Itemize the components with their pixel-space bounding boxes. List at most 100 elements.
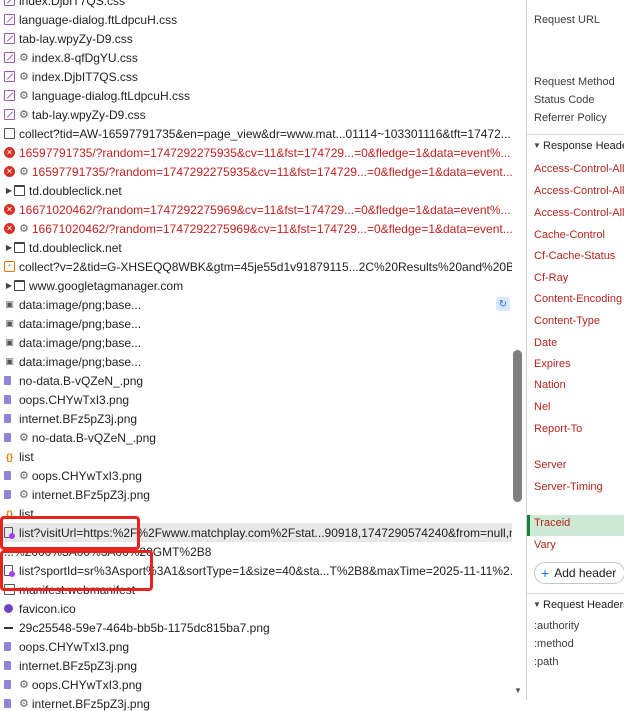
script-icon: ▪: [4, 261, 15, 272]
request-url-label: Request URL: [534, 14, 601, 26]
dash-icon: [4, 626, 13, 629]
expand-triangle-icon[interactable]: ▶: [4, 281, 14, 290]
request-name: www.googletagmanager.com: [29, 278, 184, 293]
request-row[interactable]: ⚙ no-data.B-vQZeN_.png: [0, 428, 512, 447]
request-name: no-data.B-vQZeN_.png: [31, 430, 156, 445]
request-row[interactable]: language-dialog.ftLdpcuH.css: [0, 10, 512, 29]
expand-triangle-icon[interactable]: ▶: [4, 243, 14, 252]
request-row[interactable]: ▣ data:image/png;base...: [0, 352, 512, 371]
request-headers-title: Request Headers: [543, 598, 624, 611]
request-header-method: :method: [534, 638, 574, 650]
request-name: tab-lay.wpyZy-D9.css: [19, 31, 133, 46]
request-name: language-dialog.ftLdpcuH.css: [19, 12, 178, 27]
request-name: oops.CHYwTxI3.png: [31, 677, 142, 692]
request-name: 16597791735/?random=1747292275935&cv=11&…: [31, 164, 512, 179]
request-row[interactable]: ⚙ index.DjbIT7QS.css: [0, 67, 512, 86]
expand-triangle-icon[interactable]: ▶: [4, 186, 14, 195]
add-header-label: Add header: [554, 566, 617, 580]
request-row[interactable]: ▪ collect?v=2&tid=G-XHSEQQ8WBK&gtm=45je55…: [0, 257, 512, 276]
error-icon: ✕: [4, 223, 15, 234]
scroll-down-arrow-icon[interactable]: ▼: [514, 686, 522, 695]
reveal-icon[interactable]: ↻: [496, 297, 510, 311]
stylesheet-icon: [4, 52, 15, 63]
request-name: 16671020462/?random=1747292275969&cv=11&…: [31, 221, 512, 236]
error-icon: ✕: [4, 166, 15, 177]
response-header-nel: Nel: [534, 401, 551, 413]
request-row[interactable]: collect?tid=AW-16597791735&en=page_view&…: [0, 124, 512, 143]
request-row[interactable]: ⚙ language-dialog.ftLdpcuH.css: [0, 86, 512, 105]
image-icon: [4, 642, 11, 651]
image-icon: ▣: [5, 318, 14, 328]
request-row[interactable]: ▶ td.doubleclick.net: [0, 181, 512, 200]
request-row[interactable]: ▣ data:image/png;base...: [0, 314, 512, 333]
image-icon: [4, 490, 11, 499]
request-name: collect?v=2&tid=G-XHSEQQ8WBK&gtm=45je55d…: [19, 259, 512, 274]
service-worker-gear-icon: ⚙: [19, 223, 29, 235]
request-row[interactable]: {} list: [0, 447, 512, 466]
stylesheet-icon: [4, 109, 15, 120]
response-header-vary: Vary: [534, 539, 556, 551]
annotation-box-bottom: [0, 550, 153, 591]
request-name: collect?tid=AW-16597791735&en=page_view&…: [19, 126, 511, 141]
request-row[interactable]: tab-lay.wpyZy-D9.css: [0, 29, 512, 48]
response-header-access-control-allow-methods: Access-Control-Allow-Methods: [534, 207, 624, 219]
request-list-scrollbar[interactable]: [513, 350, 522, 502]
request-row[interactable]: ⚙ tab-lay.wpyZy-D9.css: [0, 105, 512, 124]
request-row[interactable]: ▣ data:image/png;base... ↻: [0, 295, 512, 314]
frame-icon: [14, 280, 25, 291]
favicon-icon: [4, 604, 13, 613]
image-icon: [4, 414, 11, 423]
service-worker-gear-icon: ⚙: [19, 52, 29, 64]
request-name: data:image/png;base...: [19, 316, 142, 331]
response-header-nation: Nation: [534, 379, 566, 391]
stylesheet-icon: [4, 33, 15, 44]
request-name: no-data.B-vQZeN_.png: [19, 373, 144, 388]
request-name: internet.BFz5pZ3j.png: [19, 658, 138, 673]
frame-icon: [14, 185, 25, 196]
request-row[interactable]: ✕ ⚙ 16597791735/?random=1747292275935&cv=1…: [0, 162, 512, 181]
request-row[interactable]: ⚙ index.8-qfDgYU.css: [0, 48, 512, 67]
request-row[interactable]: ⚙ oops.CHYwTxI3.png: [0, 675, 512, 694]
fetch-icon: {}: [5, 451, 13, 462]
request-row[interactable]: internet.BFz5pZ3j.png: [0, 656, 512, 675]
image-icon: [4, 661, 11, 670]
request-row[interactable]: oops.CHYwTxI3.png: [0, 637, 512, 656]
request-row[interactable]: ▶ td.doubleclick.net: [0, 238, 512, 257]
collapse-triangle-icon: ▼: [533, 141, 541, 150]
service-worker-gear-icon: ⚙: [19, 109, 29, 121]
request-method-label: Request Method: [534, 76, 615, 88]
response-header-expires: Expires: [534, 358, 571, 370]
request-name: favicon.ico: [19, 601, 76, 616]
service-worker-gear-icon: ⚙: [19, 71, 29, 83]
request-headers-section[interactable]: ▼ Request Headers: [527, 593, 624, 615]
request-row[interactable]: ✕ 16671020462/?random=1747292275969&cv=11…: [0, 200, 512, 219]
collapse-triangle-icon: ▼: [533, 600, 541, 609]
request-row[interactable]: internet.BFz5pZ3j.png: [0, 409, 512, 428]
request-name: oops.CHYwTxI3.png: [31, 468, 142, 483]
request-row[interactable]: ✕ ⚙ 16671020462/?random=1747292275969&cv=1…: [0, 219, 512, 238]
response-header-date: Date: [534, 337, 558, 349]
request-row[interactable]: ✕ 16597791735/?random=1747292275935&cv=11…: [0, 143, 512, 162]
response-headers-section[interactable]: ▼ Response Headers: [527, 134, 624, 156]
request-row[interactable]: index.DjbIT7QS.css: [0, 0, 512, 10]
request-row[interactable]: ▣ data:image/png;base...: [0, 333, 512, 352]
request-row[interactable]: ▶ www.googletagmanager.com: [0, 276, 512, 295]
stylesheet-icon: [4, 0, 15, 6]
add-header-button[interactable]: + Add header: [534, 562, 624, 584]
request-row[interactable]: 29c25548-59e7-464b-bb5b-1175dc815ba7.png: [0, 618, 512, 637]
request-row[interactable]: ⚙ oops.CHYwTxI3.png: [0, 466, 512, 485]
request-row[interactable]: ⚙ internet.BFz5pZ3j.png: [0, 694, 512, 711]
response-header-content-encoding: Content-Encoding: [534, 293, 623, 305]
request-name: 16597791735/?random=1747292275935&cv=11&…: [19, 145, 511, 160]
request-row[interactable]: no-data.B-vQZeN_.png: [0, 371, 512, 390]
request-row[interactable]: oops.CHYwTxI3.png: [0, 390, 512, 409]
image-icon: [4, 433, 11, 442]
image-icon: [4, 395, 11, 404]
request-name: internet.BFz5pZ3j.png: [31, 487, 150, 502]
request-row[interactable]: ⚙ internet.BFz5pZ3j.png: [0, 485, 512, 504]
request-name: td.doubleclick.net: [29, 183, 122, 198]
request-row[interactable]: favicon.ico: [0, 599, 512, 618]
image-icon: [4, 680, 11, 689]
request-name: data:image/png;base...: [19, 297, 142, 312]
frame-icon: [14, 242, 25, 253]
